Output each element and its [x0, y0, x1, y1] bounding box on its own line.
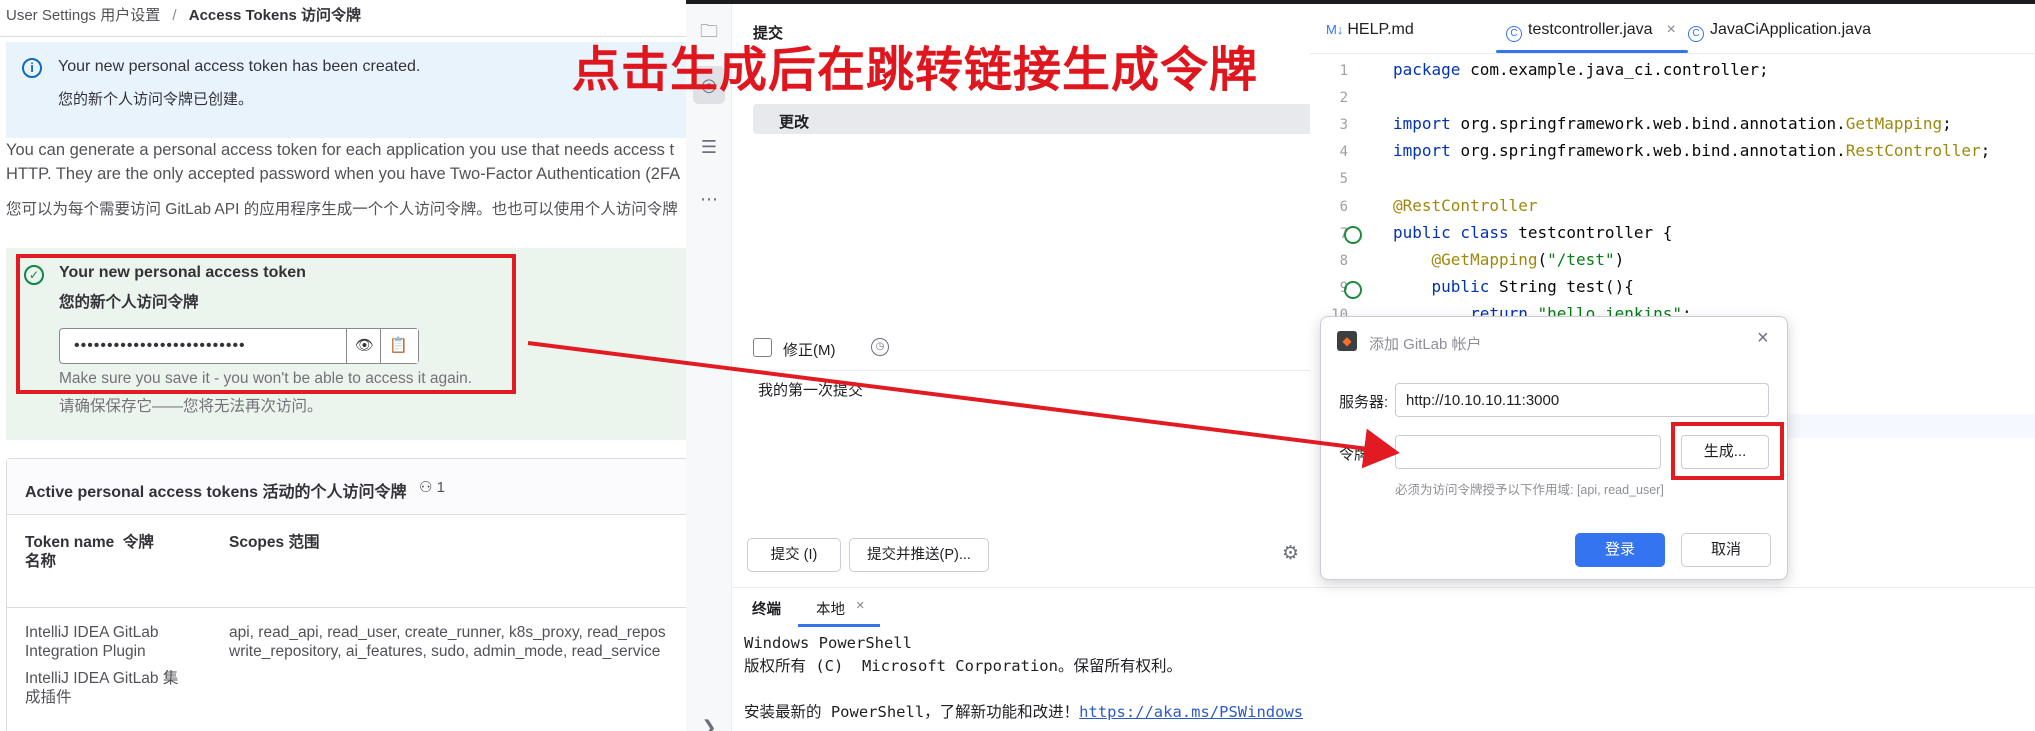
annotation-arrow: [527, 341, 1400, 469]
